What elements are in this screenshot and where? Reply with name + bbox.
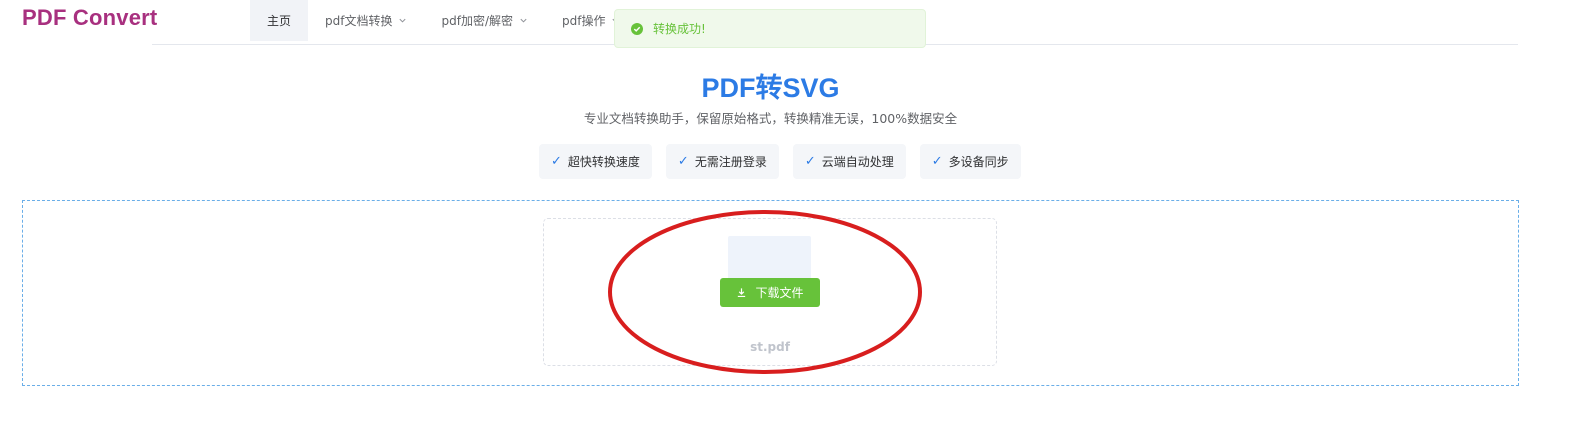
download-icon bbox=[738, 288, 746, 298]
check-icon: ✓ bbox=[551, 154, 562, 169]
check-icon: ✓ bbox=[804, 154, 816, 169]
download-button[interactable]: 下载文件 bbox=[720, 278, 820, 307]
thumbnail-watermark bbox=[808, 312, 832, 320]
toast-message: 转换成功! bbox=[653, 22, 706, 36]
success-toast: 转换成功! bbox=[614, 9, 926, 48]
nav-item-pdf-encrypt[interactable]: pdf加密/解密 bbox=[424, 0, 545, 41]
feature-label: 无需注册登录 bbox=[694, 155, 767, 169]
nav-item-home[interactable]: 主页 bbox=[250, 0, 309, 41]
nav-item-label: 主页 bbox=[267, 14, 292, 28]
check-icon: ✓ bbox=[931, 154, 943, 169]
check-circle-icon bbox=[631, 22, 643, 35]
chevron-down-icon bbox=[399, 18, 407, 23]
nav-item-pdf-convert[interactable]: pdf文档转换 bbox=[308, 0, 424, 41]
main-nav: 主页 pdf文档转换 pdf加密/解密 pdf操作 bbox=[250, 0, 637, 41]
feature-label: 云端自动处理 bbox=[821, 155, 894, 169]
logo[interactable]: PDF Convert bbox=[22, 5, 157, 31]
download-button-label: 下载文件 bbox=[755, 286, 804, 300]
feature-list: ✓ 超快转换速度 ✓ 无需注册登录 ✓ 云端自动处理 ✓ 多设备同步 bbox=[539, 144, 1021, 179]
nav-item-label: pdf加密/解密 bbox=[441, 14, 513, 28]
feature-badge: ✓ 多设备同步 bbox=[919, 144, 1021, 179]
feature-label: 多设备同步 bbox=[948, 155, 1009, 169]
page-title: PDF转SVG bbox=[701, 73, 840, 103]
page-subtitle: 专业文档转换助手，保留原始格式，转换精准无误，100%数据安全 bbox=[583, 111, 958, 126]
file-name: st.pdf bbox=[750, 340, 790, 354]
nav-item-label: pdf操作 bbox=[562, 14, 606, 28]
chevron-down-icon bbox=[520, 18, 527, 23]
feature-badge: ✓ 无需注册登录 bbox=[665, 144, 779, 179]
file-thumbnail bbox=[728, 236, 811, 284]
feature-badge: ✓ 云端自动处理 bbox=[792, 144, 906, 179]
feature-badge: ✓ 超快转换速度 bbox=[539, 144, 652, 179]
feature-label: 超快转换速度 bbox=[567, 155, 640, 169]
check-icon: ✓ bbox=[677, 154, 689, 169]
nav-item-label: pdf文档转换 bbox=[325, 14, 393, 28]
